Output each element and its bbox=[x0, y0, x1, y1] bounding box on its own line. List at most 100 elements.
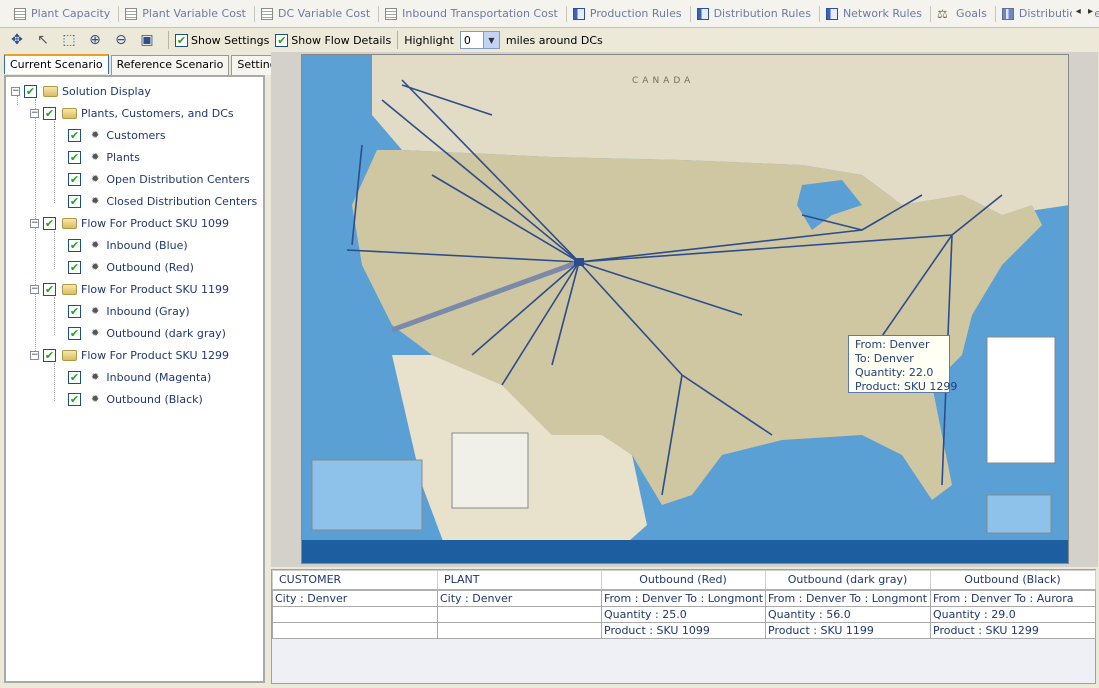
table-cell[interactable]: City : Denver bbox=[437, 589, 602, 607]
table-cell[interactable]: From : Denver To : Longmont bbox=[765, 589, 931, 607]
map-country-label: CANADA bbox=[632, 76, 694, 86]
tree-leaf-inbound-blue[interactable]: ✔ ✹ Inbound (Blue) bbox=[68, 236, 188, 254]
bullet-icon: ✹ bbox=[91, 129, 100, 141]
table-cell[interactable] bbox=[437, 605, 602, 623]
tooltip-quantity: Quantity: 22.0 bbox=[855, 366, 934, 379]
tree-node-flow-sku-1299[interactable]: − ✔ Flow For Product SKU 1299 bbox=[30, 346, 229, 364]
tree-leaf-inbound-magenta[interactable]: ✔ ✹ Inbound (Magenta) bbox=[68, 368, 211, 386]
tree-node-plants-customers-dcs[interactable]: − ✔ Plants, Customers, and DCs bbox=[30, 104, 234, 122]
folder-open-icon bbox=[62, 283, 77, 295]
collapse-icon[interactable]: − bbox=[30, 108, 39, 118]
highlight-dropdown-button[interactable]: ▼ bbox=[483, 31, 500, 49]
doc-tab-plant-capacity[interactable]: Plant Capacity bbox=[8, 5, 120, 22]
tree-leaf-closed-dcs[interactable]: ✔ ✹ Closed Distribution Centers bbox=[68, 192, 257, 210]
tab-reference-scenario[interactable]: Reference Scenario bbox=[110, 55, 230, 75]
table-cell[interactable] bbox=[437, 621, 602, 639]
us-flow-map[interactable]: CANADA bbox=[301, 54, 1069, 564]
zoom-fit-icon[interactable]: ▣ bbox=[136, 30, 158, 50]
map-svg: CANADA bbox=[302, 55, 1068, 563]
tree-leaf-plants[interactable]: ✔ ✹ Plants bbox=[68, 148, 140, 166]
tree-node-flow-sku-1199[interactable]: − ✔ Flow For Product SKU 1199 bbox=[30, 280, 229, 298]
checkbox-checked-icon[interactable]: ✔ bbox=[68, 128, 81, 142]
checkbox-checked-icon[interactable]: ✔ bbox=[68, 150, 81, 164]
table-cell[interactable] bbox=[272, 605, 438, 623]
table-cell[interactable]: Quantity : 25.0 bbox=[601, 605, 766, 623]
folder-open-icon bbox=[62, 107, 77, 119]
table-cell[interactable] bbox=[272, 621, 438, 639]
checkbox-checked-icon[interactable]: ✔ bbox=[68, 370, 81, 384]
checkbox-checked-icon[interactable]: ✔ bbox=[68, 326, 81, 340]
table-cell[interactable]: From : Denver To : Longmont bbox=[601, 589, 766, 607]
checkbox-checked-icon[interactable]: ✔ bbox=[43, 216, 56, 230]
checkbox-checked-icon[interactable]: ✔ bbox=[68, 172, 81, 186]
checkbox-checked-icon[interactable]: ✔ bbox=[68, 260, 81, 274]
checkbox-checked-icon[interactable]: ✔ bbox=[68, 304, 81, 318]
tree-label: Outbound (Red) bbox=[106, 260, 194, 274]
table-cell[interactable]: Quantity : 56.0 bbox=[765, 605, 931, 623]
doc-tab-inbound-transportation-cost[interactable]: Inbound Transportation Cost bbox=[379, 5, 567, 22]
zoom-in-icon[interactable]: ⊕ bbox=[84, 30, 106, 50]
table-cell[interactable]: City : Denver bbox=[272, 589, 438, 607]
table-cell[interactable]: From : Denver To : Aurora bbox=[930, 589, 1096, 607]
doc-tab-label: Production Rules bbox=[589, 7, 682, 20]
doc-tab-production-rules[interactable]: Production Rules bbox=[567, 5, 691, 22]
bullet-icon: ✹ bbox=[91, 327, 100, 339]
tree-leaf-customers[interactable]: ✔ ✹ Customers bbox=[68, 126, 166, 144]
tree-connector bbox=[54, 363, 55, 401]
column-header-customer[interactable]: CUSTOMER bbox=[272, 570, 438, 591]
tree-node-solution-display[interactable]: − ✔ Solution Display bbox=[11, 82, 151, 100]
pan-icon[interactable]: ✥ bbox=[6, 30, 28, 50]
table-cell[interactable]: Product : SKU 1299 bbox=[930, 621, 1096, 639]
flow-tooltip: From: Denver To: Denver Quantity: 22.0 P… bbox=[848, 335, 957, 393]
column-header-outbound-dark-gray[interactable]: Outbound (dark gray) bbox=[765, 570, 931, 591]
checkbox-checked-icon[interactable]: ✔ bbox=[43, 106, 56, 120]
column-header-outbound-red[interactable]: Outbound (Red) bbox=[601, 570, 766, 591]
checkbox-checked-icon[interactable]: ✔ bbox=[68, 392, 81, 406]
doc-tab-goals[interactable]: ⚖ Goals bbox=[931, 5, 996, 22]
collapse-icon[interactable]: − bbox=[30, 284, 39, 294]
highlight-miles-input[interactable] bbox=[459, 31, 484, 49]
checkbox-checked-icon[interactable]: ✔ bbox=[68, 238, 81, 252]
rules-icon bbox=[825, 7, 838, 20]
tree-node-flow-sku-1099[interactable]: − ✔ Flow For Product SKU 1099 bbox=[30, 214, 229, 232]
highlight-label: Highlight bbox=[404, 33, 454, 47]
zoom-out-icon[interactable]: ⊖ bbox=[110, 30, 132, 50]
doc-tab-network-rules[interactable]: Network Rules bbox=[820, 5, 932, 22]
tree-leaf-outbound-black[interactable]: ✔ ✹ Outbound (Black) bbox=[68, 390, 203, 408]
tree-leaf-open-dcs[interactable]: ✔ ✹ Open Distribution Centers bbox=[68, 170, 250, 188]
bullet-icon: ✹ bbox=[91, 393, 100, 405]
tree-leaf-outbound-dark-gray[interactable]: ✔ ✹ Outbound (dark gray) bbox=[68, 324, 226, 342]
doc-tab-plant-variable-cost[interactable]: Plant Variable Cost bbox=[119, 5, 255, 22]
tab-scroll-arrows[interactable]: ◂ ▸ bbox=[1071, 6, 1095, 17]
denver-hub-marker[interactable] bbox=[574, 258, 584, 266]
checkbox-checked-icon[interactable]: ✔ bbox=[43, 282, 56, 296]
checkbox-checked-icon[interactable]: ✔ bbox=[24, 84, 37, 98]
column-header-outbound-black[interactable]: Outbound (Black) bbox=[930, 570, 1096, 591]
puerto-rico-inset bbox=[986, 494, 1052, 534]
doc-tab-dc-variable-cost[interactable]: DC Variable Cost bbox=[255, 5, 380, 22]
table-cell[interactable]: Product : SKU 1099 bbox=[601, 621, 766, 639]
tree-leaf-outbound-red[interactable]: ✔ ✹ Outbound (Red) bbox=[68, 258, 194, 276]
collapse-icon[interactable]: − bbox=[30, 350, 39, 360]
checkbox-checked-icon[interactable]: ✔ bbox=[43, 348, 56, 362]
tab-current-scenario[interactable]: Current Scenario bbox=[4, 54, 109, 74]
pointer-icon[interactable]: ↖ bbox=[32, 30, 54, 50]
tooltip-to: To: Denver bbox=[855, 352, 914, 365]
tree-leaf-inbound-gray[interactable]: ✔ ✹ Inbound (Gray) bbox=[68, 302, 190, 320]
tree-label: Customers bbox=[106, 128, 166, 142]
show-flow-details-checkbox[interactable]: ✔ bbox=[275, 33, 289, 47]
table-icon bbox=[125, 7, 138, 20]
collapse-icon[interactable]: − bbox=[30, 218, 39, 228]
checkbox-checked-icon[interactable]: ✔ bbox=[68, 194, 81, 208]
tree-label: Outbound (Black) bbox=[106, 392, 203, 406]
table-cell[interactable]: Product : SKU 1199 bbox=[765, 621, 931, 639]
column-header-plant[interactable]: PLANT bbox=[437, 570, 602, 591]
select-region-icon[interactable]: ⬚ bbox=[58, 30, 80, 50]
show-settings-checkbox[interactable]: ✔ bbox=[175, 33, 188, 47]
tree-connector bbox=[54, 231, 55, 269]
hawaii-inset bbox=[311, 459, 423, 531]
collapse-icon[interactable]: − bbox=[11, 86, 20, 96]
tree-label: Solution Display bbox=[62, 84, 151, 98]
doc-tab-distribution-rules[interactable]: Distribution Rules bbox=[691, 5, 820, 22]
table-cell[interactable]: Quantity : 29.0 bbox=[930, 605, 1096, 623]
